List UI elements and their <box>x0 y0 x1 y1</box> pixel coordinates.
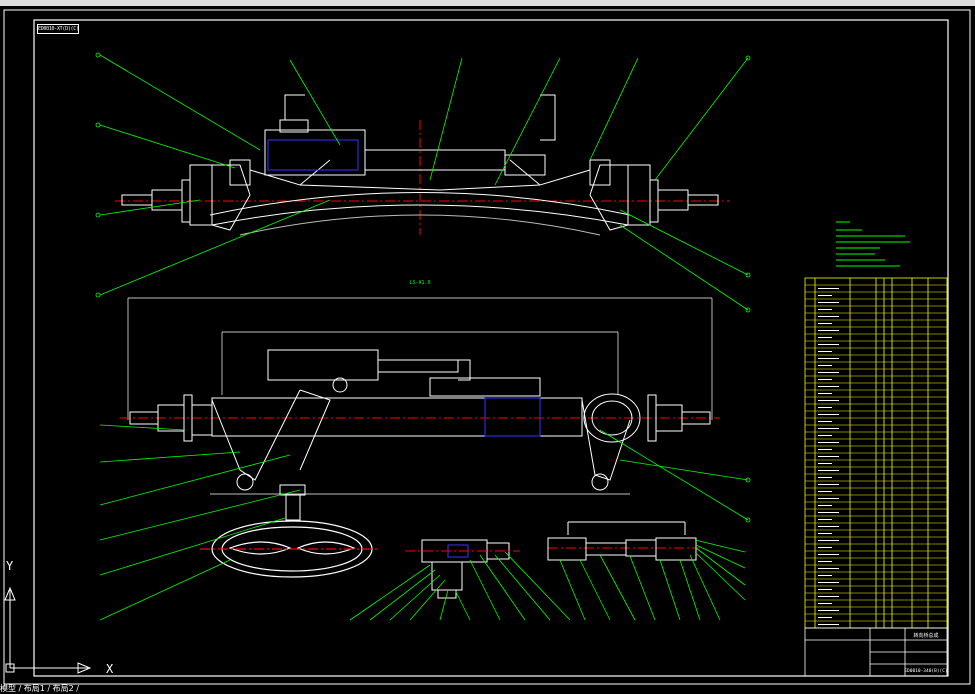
technical-notes <box>836 221 910 267</box>
ucs-icon <box>4 586 92 674</box>
axle-front-view <box>115 94 730 236</box>
ucs-x-label: X <box>106 662 114 676</box>
section-caption: LS-A1.0 <box>409 280 430 286</box>
titleblock-code: ED0010-340(B)(C) <box>904 668 947 674</box>
drawing-stamp: ED0010-XT(D)(C) <box>37 24 79 34</box>
axle-plan-view <box>120 297 720 521</box>
drag-link-assembly <box>547 521 700 561</box>
tie-rod-end-assembly <box>405 539 520 599</box>
steering-wheel-view <box>200 520 380 578</box>
layout-tabs[interactable]: 模型 / 布局1 / 布局2 / <box>0 684 79 694</box>
parts-list-table <box>804 277 948 629</box>
titleblock-title: 转向桥总成 <box>913 632 938 639</box>
balloon-leaders <box>95 52 751 621</box>
cad-drawing-canvas[interactable]: LS-A1.0 转向桥总成 ED0010-340(B)(C) Y X <box>0 0 975 694</box>
ucs-y-label: Y <box>6 559 14 573</box>
